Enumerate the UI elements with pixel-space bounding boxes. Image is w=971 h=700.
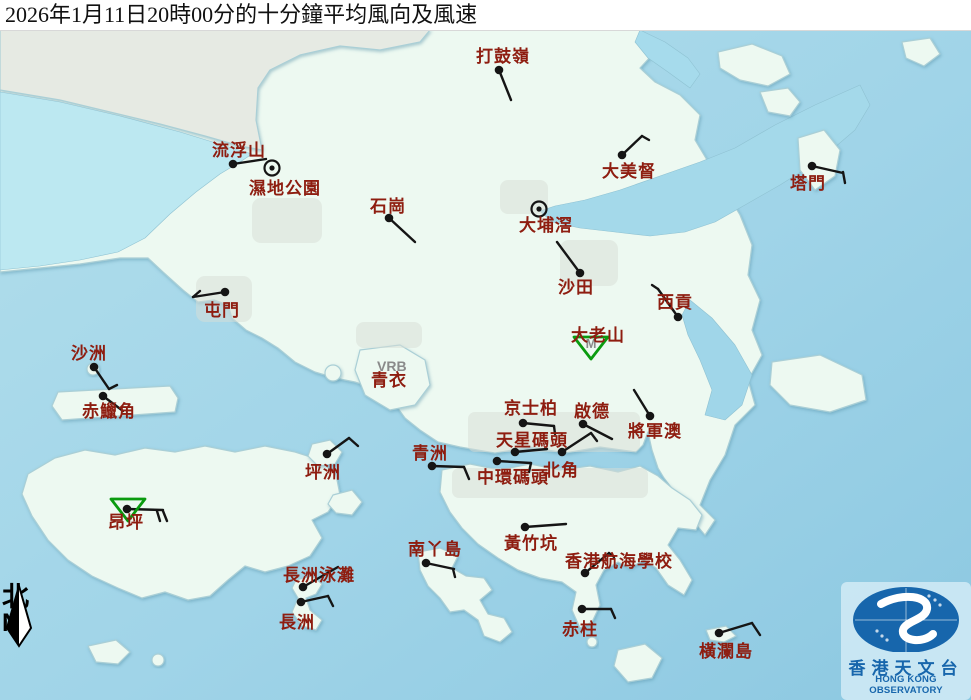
island-ma-wan xyxy=(325,365,341,381)
urban-yuen-long xyxy=(252,198,322,243)
station-dot xyxy=(99,392,108,401)
station-dot xyxy=(422,559,431,568)
station-label: 沙田 xyxy=(558,278,594,297)
station-label: 京士柏 xyxy=(504,398,558,418)
station-label: 天星碼頭 xyxy=(496,431,568,450)
hko-emblem-icon xyxy=(841,582,971,652)
station-label: 大美督 xyxy=(602,161,656,181)
wind-barb-staff xyxy=(432,466,464,467)
calm-wind-icon-center xyxy=(536,206,541,211)
station-tsing-yi: VRB青衣 xyxy=(371,358,407,390)
station-dot xyxy=(519,419,528,428)
station-dot xyxy=(123,505,132,514)
station-dot xyxy=(618,151,627,160)
station-dot xyxy=(808,162,817,171)
station-label: 赤柱 xyxy=(562,619,598,639)
urban-tsuen-wan xyxy=(356,322,422,348)
station-label: 流浮山 xyxy=(212,140,266,160)
station-dot xyxy=(521,523,530,532)
station-label: 橫瀾島 xyxy=(699,641,753,661)
station-dot xyxy=(674,313,683,322)
station-dot xyxy=(558,448,567,457)
north-arrow-icon xyxy=(2,584,42,648)
station-dot xyxy=(578,605,587,614)
island-soko-east xyxy=(152,654,164,666)
station-label: 西貢 xyxy=(657,293,693,312)
station-label: 青洲 xyxy=(412,443,448,463)
station-label: 將軍澳 xyxy=(628,421,682,441)
station-label: 赤鱲角 xyxy=(82,401,136,421)
station-label: 黃竹坑 xyxy=(503,533,558,553)
north-indicator: 北 N xyxy=(2,584,42,635)
station-dot xyxy=(221,288,230,297)
wind-barb-staff xyxy=(127,509,163,510)
station-dot xyxy=(576,269,585,278)
station-label: 中環碼頭 xyxy=(477,467,549,487)
station-label: 塔門 xyxy=(790,173,826,193)
station-dot xyxy=(323,450,332,459)
hko-name-english: HONG KONG OBSERVATORY xyxy=(841,674,971,696)
station-label: 石崗 xyxy=(369,197,406,216)
map-title: 2026年1月11日20時00分的十分鐘平均風向及風速 xyxy=(0,0,971,30)
title-bar: 2026年1月11日20時00分的十分鐘平均風向及風速 xyxy=(0,0,971,31)
station-label: 屯門 xyxy=(204,300,240,320)
station-label: 大老山 xyxy=(571,325,625,345)
station-dot xyxy=(493,457,502,466)
hko-logo: 香港天文台 HONG KONG OBSERVATORY xyxy=(841,582,971,700)
station-dot xyxy=(229,160,238,169)
station-label: 坪洲 xyxy=(305,463,341,482)
station-label: 打鼓嶺 xyxy=(476,46,530,66)
station-label: 南丫島 xyxy=(408,539,462,559)
station-dot xyxy=(646,412,655,421)
calm-wind-icon-center xyxy=(269,165,274,170)
station-dot xyxy=(715,629,724,638)
station-label: 濕地公園 xyxy=(249,178,321,198)
station-dot xyxy=(495,66,504,75)
station-label: 大埔滘 xyxy=(519,215,573,235)
station-dot xyxy=(90,363,99,372)
wind-map-screenshot: 打鼓嶺流浮山濕地公園石崗大美督塔門大埔滘沙田西貢M大老山京士柏啟德將軍澳天星碼頭… xyxy=(0,0,971,700)
station-label: 啟德 xyxy=(574,401,610,421)
hong-kong-map: 打鼓嶺流浮山濕地公園石崗大美督塔門大埔滘沙田西貢M大老山京士柏啟德將軍澳天星碼頭… xyxy=(0,0,971,700)
station-label: 長洲泳灘 xyxy=(283,565,355,585)
station-label: 長洲 xyxy=(279,613,315,632)
station-label: 香港航海學校 xyxy=(565,551,673,571)
station-label: 青衣 xyxy=(371,370,407,390)
station-dot xyxy=(297,598,306,607)
station-label: 昂坪 xyxy=(108,513,144,532)
station-label: 沙洲 xyxy=(71,344,107,363)
